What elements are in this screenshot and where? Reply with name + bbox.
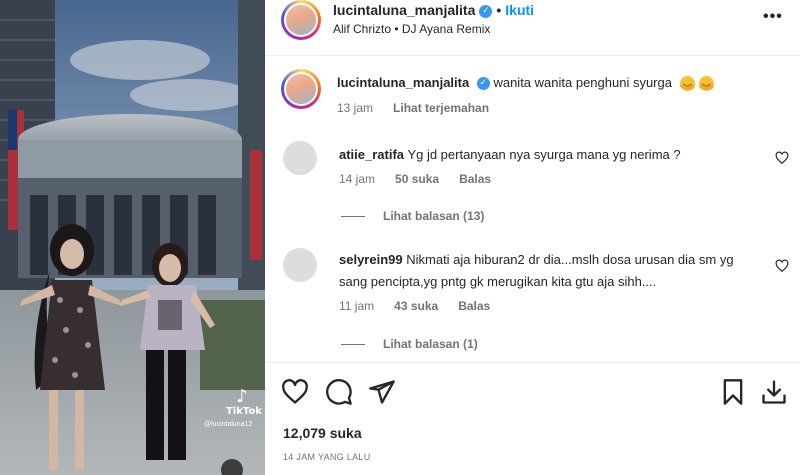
post-details-panel: lucintaluna_manjalita ✓ • Ikuti Alif Chrizt… (265, 0, 800, 475)
audio-track[interactable]: Alif Chrizto • DJ Ayana Remix (333, 22, 490, 36)
comment-username[interactable]: atiie_ratifa (339, 147, 404, 162)
speaker-muted-icon[interactable] (221, 459, 243, 475)
view-replies-button[interactable]: Lihat balasan (13) (341, 209, 484, 223)
hugging-face-emoji-icon (679, 76, 695, 92)
comment-likes[interactable]: 43 suka (394, 299, 438, 313)
caption-username[interactable]: lucintaluna_manjalita (337, 75, 469, 90)
verified-badge-icon: ✓ (476, 77, 490, 91)
author-username[interactable]: lucintaluna_manjalita (333, 2, 475, 18)
comment-text: selyrein99 Nikmati aja hiburan2 dr dia..… (339, 249, 759, 293)
comment-body: Yg jd pertanyaan nya syurga mana yg neri… (407, 147, 681, 162)
tiktok-handle: @lucintaluna12 (204, 421, 253, 428)
post-timestamp: 14 JAM YANG LALU (283, 452, 371, 462)
reply-button[interactable]: Balas (458, 299, 490, 313)
share-icon[interactable] (368, 378, 396, 406)
comment-likes[interactable]: 50 suka (395, 172, 439, 186)
caption-meta: 13 jam Lihat terjemahan (337, 101, 489, 115)
heart-icon[interactable] (775, 259, 789, 273)
comment-meta: 11 jam 43 suka Balas (339, 299, 490, 313)
comment-meta: 14 jam 50 suka Balas (339, 172, 491, 186)
comment-icon[interactable] (325, 378, 353, 406)
more-options-icon[interactable]: ••• (763, 8, 783, 26)
avatar[interactable] (281, 0, 321, 40)
view-replies-button[interactable]: Lihat balasan (1) (341, 337, 478, 351)
actions-divider (265, 362, 800, 363)
post-media[interactable]: ♪ TikTok @lucintaluna12 (0, 0, 265, 475)
likes-count[interactable]: 12,079 suka (283, 425, 362, 441)
download-icon[interactable] (760, 378, 788, 406)
avatar[interactable] (283, 141, 317, 175)
separator-dot: • (496, 2, 502, 18)
verified-badge-icon: ✓ (479, 4, 493, 18)
caption-text: lucintaluna_manjalita ✓ wanita wanita pe… (337, 72, 777, 94)
comment-time: 11 jam (339, 299, 375, 313)
hugging-face-emoji-icon (698, 76, 714, 92)
heart-icon[interactable] (775, 151, 789, 165)
post-author: lucintaluna_manjalita ✓ • Ikuti (333, 2, 534, 18)
comment-time: 14 jam (339, 172, 376, 186)
avatar[interactable] (281, 69, 321, 109)
follow-button[interactable]: Ikuti (505, 2, 534, 18)
comment-text: atiie_ratifa Yg jd pertanyaan nya syurga… (339, 144, 759, 166)
heart-icon[interactable] (281, 378, 309, 406)
caption-time: 13 jam (337, 101, 374, 115)
caption-body: wanita wanita penghuni syurga (493, 75, 672, 90)
comment-username[interactable]: selyrein99 (339, 252, 403, 267)
header-divider (265, 55, 800, 56)
reply-button[interactable]: Balas (459, 172, 491, 186)
music-note-icon: ♪ (236, 386, 248, 407)
tiktok-watermark: ♪ TikTok (226, 386, 262, 418)
bookmark-icon[interactable] (719, 378, 747, 406)
see-translation-button[interactable]: Lihat terjemahan (393, 101, 489, 115)
avatar[interactable] (283, 248, 317, 282)
